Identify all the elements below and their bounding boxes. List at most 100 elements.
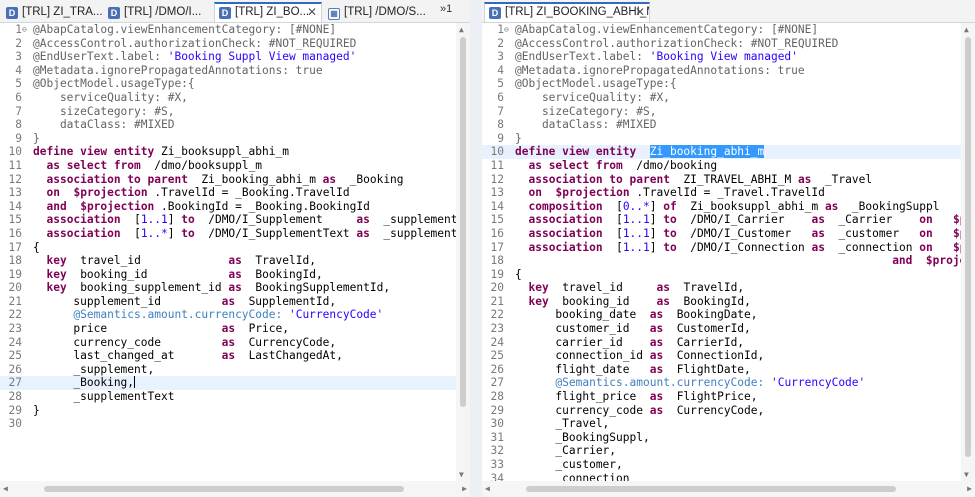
code-line[interactable]: 21 key booking_id as BookingId, xyxy=(482,295,961,309)
tab-dmo-i[interactable]: D [TRL] /DMO/I... xyxy=(104,2,212,22)
code-line[interactable]: 4 @Metadata.ignorePropagatedAnnotations: … xyxy=(0,64,456,78)
left-horizontal-scrollbar[interactable]: ◀ ▶ xyxy=(0,481,470,497)
code-line[interactable]: 20 key travel_id as TravelId, xyxy=(482,281,961,295)
code-line[interactable]: 2 @AccessControl.authorizationCheck: #NOT… xyxy=(0,37,456,51)
code-line[interactable]: 25 last_changed_at as LastChangedAt, xyxy=(0,349,456,363)
tab-dmo-s[interactable]: ▦ [TRL] /DMO/S... xyxy=(324,2,432,22)
code-line[interactable]: 30 _Travel, xyxy=(482,417,961,431)
editor-splitter[interactable] xyxy=(470,0,482,497)
code-line[interactable]: 27 _Booking, xyxy=(0,376,456,391)
code-line[interactable]: 11 as select from /dmo/booking xyxy=(482,159,961,173)
code-token: _customer xyxy=(831,226,920,240)
fold-toggle-icon[interactable]: ⊖ xyxy=(504,23,513,37)
code-line[interactable]: 27 @Semantics.amount.currencyCode: 'Curr… xyxy=(482,376,961,390)
code-line[interactable]: 16 association [1..1] to /DMO/I_Customer… xyxy=(482,227,961,241)
code-line[interactable]: 18 and $project xyxy=(482,254,961,268)
code-line[interactable]: 1 ⊖ @AbapCatalog.viewEnhancementCategory: … xyxy=(0,23,456,37)
code-token: _supplement, xyxy=(33,362,155,376)
code-line[interactable]: 10 define view entity Zi_booksuppl_abhi_m xyxy=(0,145,456,159)
code-line[interactable]: 16 association [1..*] to /DMO/I_Suppleme… xyxy=(0,227,456,241)
code-token: as xyxy=(228,254,242,268)
code-line[interactable]: 29} xyxy=(0,404,456,418)
tab-zi-booking[interactable]: D [TRL] ZI_BOOKING_ABHI_M ✕ xyxy=(484,2,650,22)
code-line[interactable]: 19 key booking_id as BookingId, xyxy=(0,268,456,282)
code-line[interactable]: 5 @ObjectModel.usageType:{ xyxy=(482,77,961,91)
code-line[interactable]: 24 carrier_id as CarrierId, xyxy=(482,336,961,350)
scroll-thumb[interactable] xyxy=(460,37,466,407)
scroll-right-icon[interactable]: ▶ xyxy=(967,484,972,493)
code-line[interactable]: 23 customer_id as CustomerId, xyxy=(482,322,961,336)
code-line[interactable]: 33 _customer, xyxy=(482,458,961,472)
code-line[interactable]: 13 on $projection .TravelId = _Booking.T… xyxy=(0,186,456,200)
code-line[interactable]: 4 @Metadata.ignorePropagatedAnnotations: … xyxy=(482,64,961,78)
code-line[interactable]: 18 key travel_id as TravelId, xyxy=(0,254,456,268)
scroll-thumb[interactable] xyxy=(965,37,971,457)
code-line[interactable]: 30 xyxy=(0,417,456,431)
scroll-left-icon[interactable]: ◀ xyxy=(485,484,490,493)
code-line[interactable]: 9} xyxy=(482,132,961,146)
code-line[interactable]: 12 association to parent ZI_TRAVEL_ABHI_… xyxy=(482,173,961,187)
scroll-thumb[interactable] xyxy=(44,486,404,492)
close-icon[interactable]: ✕ xyxy=(307,4,317,21)
left-vertical-scrollbar[interactable]: ▲ ▼ xyxy=(456,23,470,481)
code-token: booking_supplement_id xyxy=(73,281,229,295)
code-line[interactable]: 21 supplement_id as SupplementId, xyxy=(0,295,456,309)
code-line[interactable]: 15 association [1..1] to /DMO/I_Suppleme… xyxy=(0,213,456,227)
line-number: 25 xyxy=(490,349,504,363)
code-line[interactable]: 1 ⊖ @AbapCatalog.viewEnhancementCategory: … xyxy=(482,23,961,37)
code-line[interactable]: 8 dataClass: #MIXED xyxy=(0,118,456,132)
code-line[interactable]: 34 _connection xyxy=(482,472,961,481)
code-line[interactable]: 15 association [1..1] to /DMO/I_Carrier … xyxy=(482,213,961,227)
left-code-editor[interactable]: 1 ⊖ @AbapCatalog.viewEnhancementCategory: … xyxy=(0,23,456,481)
code-line[interactable]: 3 @EndUserText.label: 'Booking View manag… xyxy=(482,50,961,64)
right-vertical-scrollbar[interactable]: ▲ ▼ xyxy=(961,23,975,481)
code-line[interactable]: 6 serviceQuality: #X, xyxy=(482,91,961,105)
code-line[interactable]: 2 @AccessControl.authorizationCheck: #NOT… xyxy=(482,37,961,51)
code-line[interactable]: 20 key booking_supplement_id as BookingS… xyxy=(0,281,456,295)
code-line[interactable]: 11 as select from /dmo/booksuppl_m xyxy=(0,159,456,173)
code-line[interactable]: 10 define view entity Zi_booking_abhi_m xyxy=(482,145,961,159)
code-line[interactable]: 14 composition [0..*] of Zi_booksuppl_ab… xyxy=(482,200,961,214)
scroll-down-icon[interactable]: ▼ xyxy=(964,470,969,479)
scroll-down-icon[interactable]: ▼ xyxy=(459,470,464,479)
tab-zi-travel[interactable]: D [TRL] ZI_TRA... xyxy=(2,2,102,22)
code-line[interactable]: 29 currency_code as CurrencyCode, xyxy=(482,404,961,418)
code-line[interactable]: 31 _BookingSuppl, xyxy=(482,431,961,445)
scroll-right-icon[interactable]: ▶ xyxy=(462,484,467,493)
scroll-up-icon[interactable]: ▲ xyxy=(964,25,969,34)
close-icon[interactable]: ✕ xyxy=(635,4,645,21)
code-line[interactable]: 22 booking_date as BookingDate, xyxy=(482,308,961,322)
fold-toggle-icon[interactable]: ⊖ xyxy=(22,23,31,37)
right-horizontal-scrollbar[interactable]: ◀ ▶ xyxy=(482,481,975,497)
code-line[interactable]: 28 _supplementText xyxy=(0,390,456,404)
line-number: 2 xyxy=(15,36,22,50)
code-line[interactable]: 12 association to parent Zi_booking_abhi… xyxy=(0,173,456,187)
scroll-thumb[interactable] xyxy=(526,486,896,492)
code-line[interactable]: 8 dataClass: #MIXED xyxy=(482,118,961,132)
scroll-up-icon[interactable]: ▲ xyxy=(459,25,464,34)
code-line[interactable]: 5 @ObjectModel.usageType:{ xyxy=(0,77,456,91)
code-line[interactable]: 24 currency_code as CurrencyCode, xyxy=(0,336,456,350)
code-token: as xyxy=(649,403,664,417)
code-line[interactable]: 26 _supplement, xyxy=(0,363,456,377)
code-line[interactable]: 3 @EndUserText.label: 'Booking Suppl View… xyxy=(0,50,456,64)
code-line[interactable]: 28 flight_price as FlightPrice, xyxy=(482,390,961,404)
code-line[interactable]: 32 _Carrier, xyxy=(482,444,961,458)
code-line[interactable]: 17 { xyxy=(0,241,456,255)
code-line[interactable]: 6 serviceQuality: #X, xyxy=(0,91,456,105)
code-line[interactable]: 23 price as Price, xyxy=(0,322,456,336)
tab-zi-booksuppl[interactable]: D [TRL] ZI_BO... ✕ xyxy=(214,2,322,22)
code-line[interactable]: 26 flight_date as FlightDate, xyxy=(482,363,961,377)
code-line[interactable]: 19 { xyxy=(482,268,961,282)
code-line[interactable]: 7 sizeCategory: #S, xyxy=(0,105,456,119)
code-line[interactable]: 7 sizeCategory: #S, xyxy=(482,105,961,119)
code-line[interactable]: 25 connection_id as ConnectionId, xyxy=(482,349,961,363)
code-line[interactable]: 14 and $projection .BookingId = _Booking… xyxy=(0,200,456,214)
code-line[interactable]: 13 on $projection .TravelId = _Travel.Tr… xyxy=(482,186,961,200)
code-line[interactable]: 17 association [1..1] to /DMO/I_Connecti… xyxy=(482,241,961,255)
code-line[interactable]: 22 @Semantics.amount.currencyCode: 'Curr… xyxy=(0,308,456,322)
right-code-editor[interactable]: 1 ⊖ @AbapCatalog.viewEnhancementCategory: … xyxy=(482,23,961,481)
tab-overflow-button[interactable]: »1 xyxy=(440,3,452,15)
scroll-left-icon[interactable]: ◀ xyxy=(3,484,8,493)
code-line[interactable]: 9} xyxy=(0,132,456,146)
